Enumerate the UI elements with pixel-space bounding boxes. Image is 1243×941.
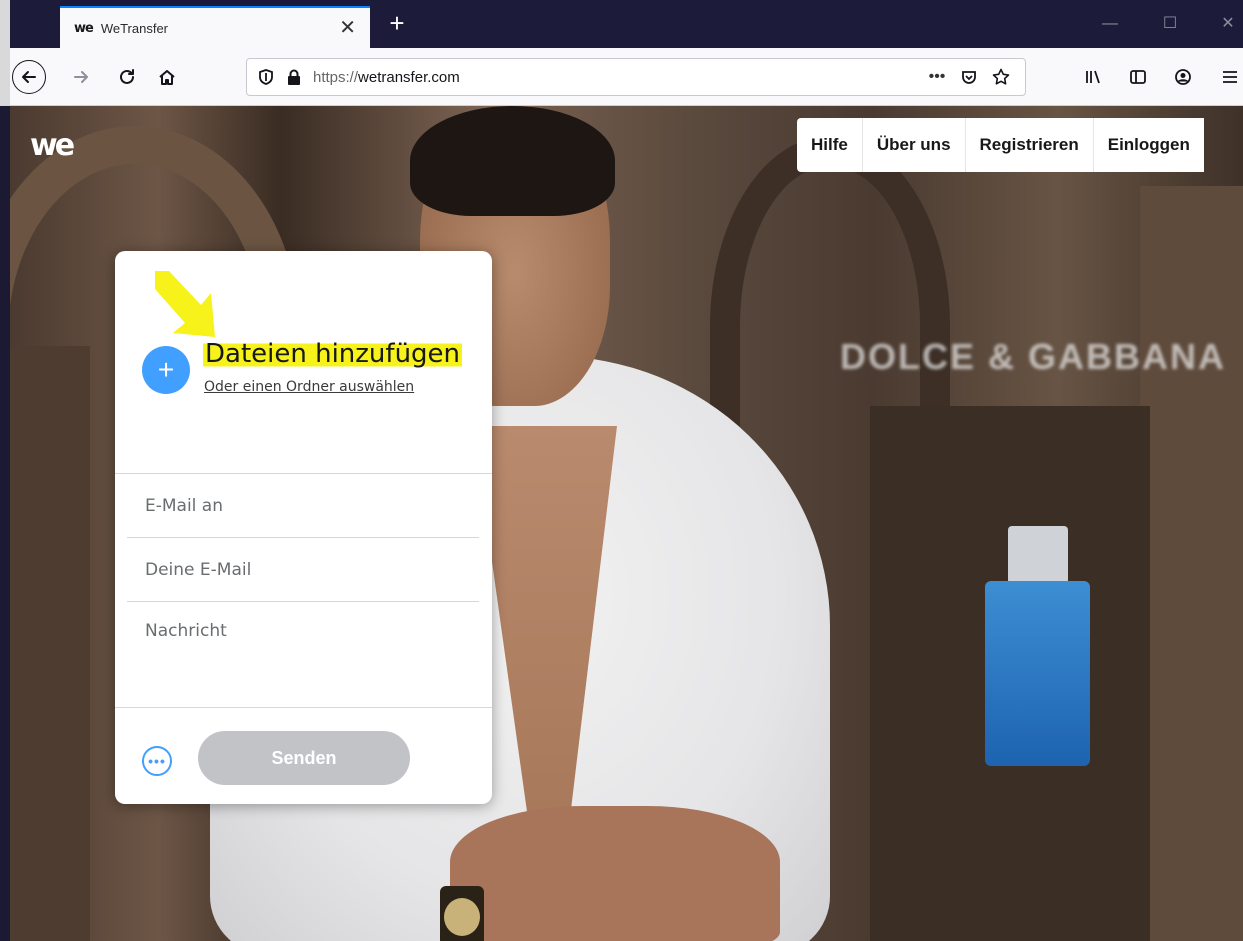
- url-scheme: https://: [313, 68, 359, 86]
- forward-button[interactable]: [64, 60, 98, 94]
- home-icon: [159, 70, 175, 85]
- ad-model-hair: [410, 106, 615, 216]
- reload-button[interactable]: [110, 60, 144, 94]
- select-folder-link[interactable]: Oder einen Ordner auswählen: [204, 379, 414, 395]
- library-icon[interactable]: [1078, 62, 1108, 92]
- nav-about-link[interactable]: Über uns: [863, 118, 966, 172]
- arrow-left-icon: [22, 71, 36, 83]
- sidebar-icon[interactable]: [1123, 62, 1153, 92]
- wetransfer-logo[interactable]: we: [30, 128, 75, 163]
- send-button[interactable]: Senden: [198, 731, 410, 785]
- ad-perfume-bottle: [985, 581, 1090, 766]
- your-email-field-wrapper: [127, 539, 479, 602]
- arrow-right-icon: [74, 71, 88, 83]
- pocket-icon[interactable]: [955, 63, 983, 91]
- your-email-input[interactable]: [145, 560, 479, 580]
- window-close-button[interactable]: ✕: [1208, 10, 1243, 40]
- more-options-icon[interactable]: •••: [142, 746, 172, 776]
- ad-model-hands: [450, 806, 780, 941]
- hamburger-menu-icon[interactable]: [1215, 62, 1243, 92]
- nav-help-link[interactable]: Hilfe: [797, 118, 863, 172]
- tracking-shield-icon[interactable]: [257, 68, 275, 86]
- account-icon[interactable]: [1168, 62, 1198, 92]
- bookmark-star-icon[interactable]: [987, 63, 1015, 91]
- new-tab-button[interactable]: +: [382, 6, 412, 42]
- email-to-input[interactable]: [145, 496, 479, 516]
- message-field-wrapper: [145, 621, 475, 711]
- email-to-field-wrapper: [127, 475, 479, 538]
- nav-login-link[interactable]: Einloggen: [1094, 118, 1204, 172]
- tab-close-icon[interactable]: ✕: [339, 18, 356, 38]
- ad-brand-text: DOLCE & GABBANA: [840, 336, 1226, 377]
- home-button[interactable]: [150, 60, 184, 94]
- site-top-navigation: Hilfe Über uns Registrieren Einloggen: [797, 118, 1204, 172]
- browser-navigation-bar: https://wetransfer.com •••: [0, 48, 1243, 106]
- message-textarea[interactable]: [145, 621, 475, 711]
- page-actions-menu-icon[interactable]: •••: [923, 63, 951, 91]
- reload-icon: [120, 69, 134, 84]
- browser-tab-bar: we WeTransfer ✕ + — ☐ ✕: [0, 0, 1243, 48]
- browser-tab-wetransfer[interactable]: we WeTransfer ✕: [60, 6, 370, 48]
- wetransfer-favicon-icon: we: [74, 20, 94, 36]
- window-minimize-button[interactable]: —: [1090, 10, 1130, 40]
- nav-register-link[interactable]: Registrieren: [966, 118, 1094, 172]
- url-text[interactable]: https://wetransfer.com: [313, 69, 919, 86]
- window-maximize-button[interactable]: ☐: [1150, 10, 1190, 40]
- back-button[interactable]: [12, 60, 46, 94]
- ad-model-watch-face: [444, 898, 480, 936]
- ad-perfume-cap: [1008, 526, 1068, 584]
- add-files-plus-button[interactable]: +: [142, 346, 190, 394]
- panel-divider-bottom: [115, 707, 492, 708]
- add-files-title[interactable]: Dateien hinzufügen: [203, 339, 463, 369]
- background-pillar-left: [10, 346, 90, 941]
- upload-panel: + Dateien hinzufügen Oder einen Ordner a…: [115, 251, 492, 804]
- url-bar[interactable]: https://wetransfer.com •••: [246, 58, 1026, 96]
- yellow-arrow-annotation-icon: [155, 271, 215, 337]
- background-pillar-right: [1140, 186, 1243, 941]
- url-domain: wetransfer.com: [358, 68, 460, 86]
- panel-divider-top: [115, 473, 492, 474]
- lock-icon[interactable]: [285, 68, 303, 86]
- tab-title: WeTransfer: [100, 20, 169, 36]
- wetransfer-page: DOLCE & GABBANA we Hilfe Über uns Regist…: [10, 106, 1243, 941]
